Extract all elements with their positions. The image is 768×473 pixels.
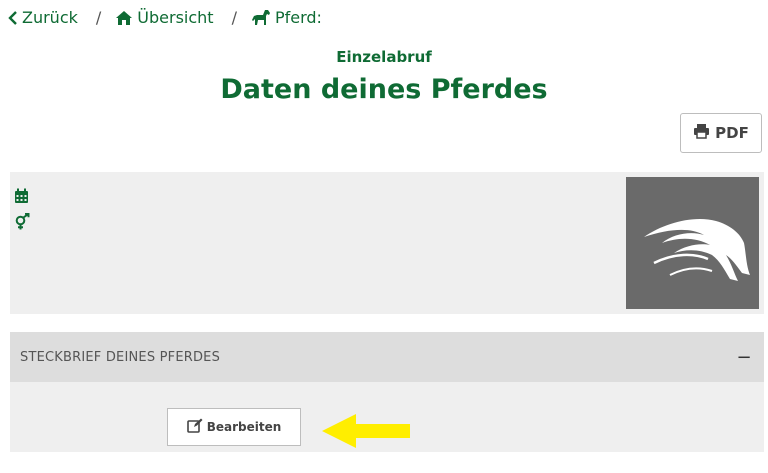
edit-button-label: Bearbeiten [206,420,282,434]
current-horse-crumb: Pferd: [251,8,322,27]
back-link[interactable]: Zurück [8,8,78,27]
yellow-arrow-annotation [322,414,410,448]
printer-icon [693,123,715,143]
edit-icon [186,418,207,436]
back-link-label: Zurück [22,8,78,27]
gender-icon [14,212,32,235]
home-icon [115,10,133,26]
breadcrumb-separator: / [95,8,102,27]
horse-info-panel [10,172,764,314]
calendar-icon [14,188,29,208]
accordion-title: STECKBRIEF DEINES PFERDES [20,349,221,365]
collapse-toggle[interactable]: − [734,347,754,368]
edit-button[interactable]: Bearbeiten [167,408,301,446]
profile-accordion-header[interactable]: STECKBRIEF DEINES PFERDES − [10,332,764,382]
pdf-button-label: PDF [715,124,749,142]
current-horse-label: Pferd: [274,8,322,27]
horse-head-logo [643,218,750,281]
overview-link[interactable]: Übersicht [115,8,214,27]
pdf-button[interactable]: PDF [680,113,762,153]
page-subtitle: Einzelabruf [336,48,432,66]
horse-placeholder-image [626,177,759,309]
page-title: Daten deines Pferdes [220,74,548,105]
breadcrumb: Zurück / Übersicht / Pferd: [8,8,322,27]
chevron-left-icon [8,10,18,25]
horse-icon [251,9,271,26]
breadcrumb-separator: / [231,8,237,27]
overview-link-label: Übersicht [137,8,214,27]
